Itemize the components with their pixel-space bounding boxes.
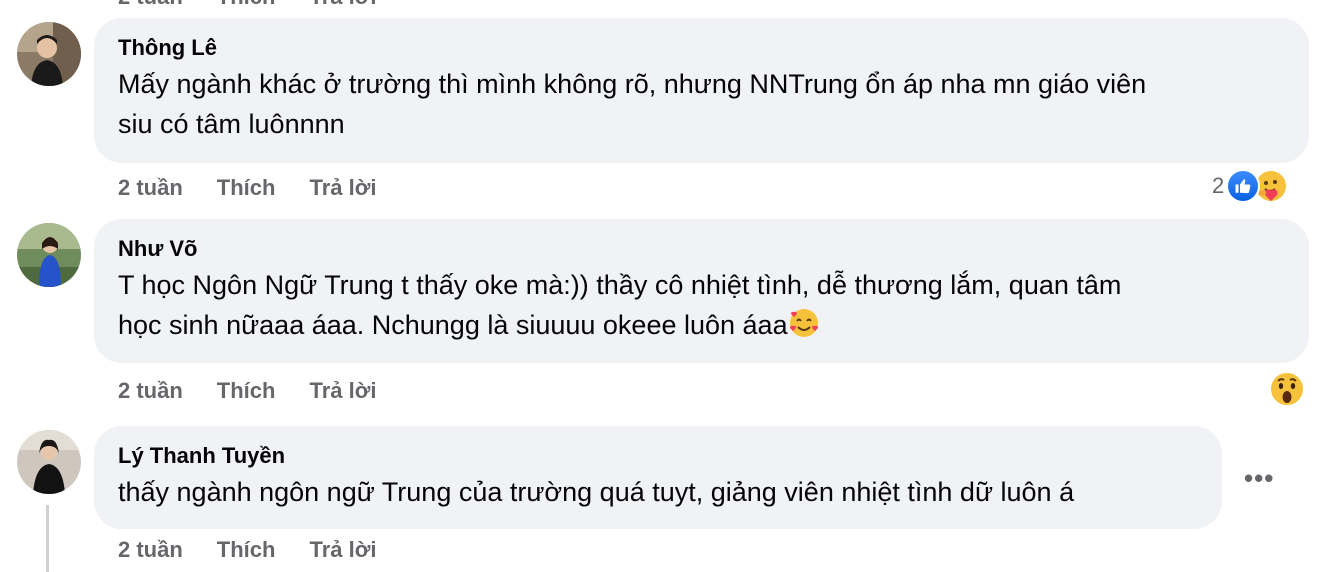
comment-author[interactable]: Như Võ xyxy=(118,235,1285,263)
comment-author[interactable]: Thông Lê xyxy=(118,34,1285,62)
comment-actions: 2 tuần Thích Trả lời xyxy=(118,174,376,202)
reaction-summary[interactable] xyxy=(1268,370,1306,408)
previous-comment-actions: 2 tuần Thích Trả lời xyxy=(118,0,376,10)
comment-bubble: Thông Lê Mấy ngành khác ở trường thì mìn… xyxy=(94,18,1309,163)
avatar[interactable] xyxy=(17,430,81,494)
comment-text: Mấy ngành khác ở trường thì mình không r… xyxy=(118,69,1147,99)
like-button[interactable]: Thích xyxy=(217,536,276,564)
more-options-icon[interactable]: ••• xyxy=(1244,465,1274,491)
comment-text: siu có tâm luônnnn xyxy=(118,109,345,139)
reply-button[interactable]: Trả lời xyxy=(309,174,376,202)
comment-actions: 2 tuần Thích Trả lời xyxy=(118,377,376,405)
wow-icon xyxy=(1268,370,1306,408)
smiling-hearts-emoji-icon xyxy=(789,309,818,337)
avatar[interactable] xyxy=(17,223,81,287)
like-button[interactable]: Thích xyxy=(217,174,276,202)
previous-like-button[interactable]: Thích xyxy=(217,0,276,10)
previous-reply-button[interactable]: Trả lời xyxy=(309,0,376,10)
comments-page: 2 tuần Thích Trả lời Thông Lê Mấy ngành … xyxy=(0,0,1322,572)
thread-line xyxy=(46,505,49,572)
reply-button[interactable]: Trả lời xyxy=(309,377,376,405)
comment-time[interactable]: 2 tuần xyxy=(118,174,183,202)
comment-text: học sinh nữaaa áaa. Nchungg là siuuuu ok… xyxy=(118,305,1285,345)
previous-time[interactable]: 2 tuần xyxy=(118,0,183,10)
comment-author[interactable]: Lý Thanh Tuyền xyxy=(118,442,1198,470)
comment-time[interactable]: 2 tuần xyxy=(118,536,183,564)
avatar[interactable] xyxy=(17,22,81,86)
like-icon xyxy=(1226,169,1261,203)
comment-text: thấy ngành ngôn ngữ Trung của trường quá… xyxy=(118,477,1075,507)
comment-text: T học Ngôn Ngữ Trung t thấy oke mà:)) th… xyxy=(118,270,1122,300)
comment-bubble: Lý Thanh Tuyền thấy ngành ngôn ngữ Trung… xyxy=(94,426,1222,529)
comment-time[interactable]: 2 tuần xyxy=(118,377,183,405)
comment-bubble: Như Võ T học Ngôn Ngữ Trung t thấy oke m… xyxy=(94,219,1309,363)
reply-button[interactable]: Trả lời xyxy=(309,536,376,564)
reaction-summary[interactable]: 2 xyxy=(1212,169,1288,203)
reaction-count: 2 xyxy=(1212,173,1225,198)
like-button[interactable]: Thích xyxy=(217,377,276,405)
comment-text-line: học sinh nữaaa áaa. Nchungg là siuuuu ok… xyxy=(118,310,788,340)
comment-actions: 2 tuần Thích Trả lời xyxy=(118,536,376,564)
